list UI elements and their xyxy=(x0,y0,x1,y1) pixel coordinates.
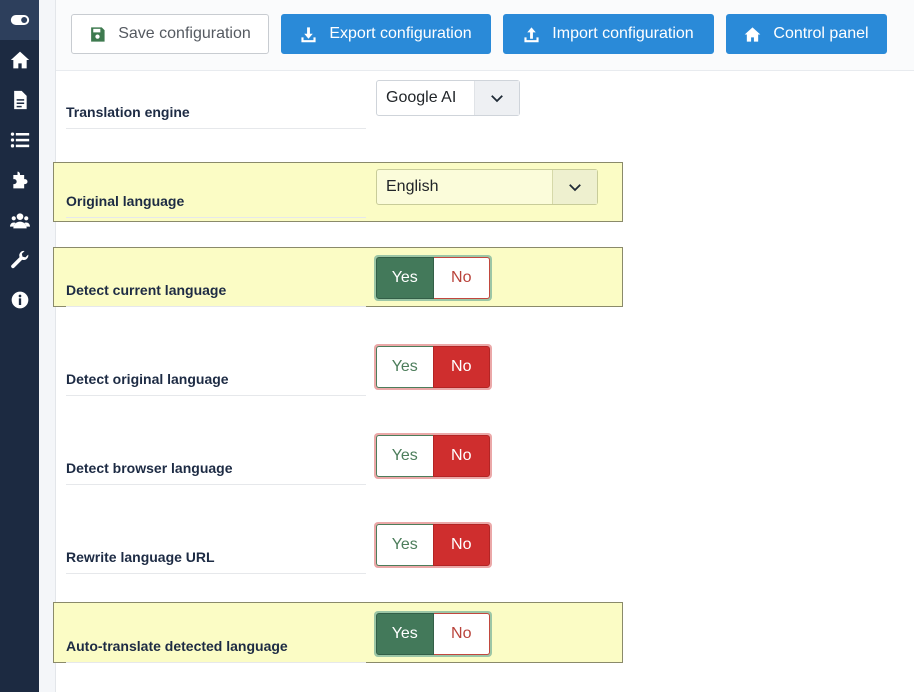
rewrite-language-url-toggle[interactable]: Yes No xyxy=(374,522,492,568)
setting-row-detect-original-language: Detect original language xyxy=(66,348,366,396)
toggle-no-option[interactable]: No xyxy=(432,346,490,388)
list-icon xyxy=(10,132,29,148)
users-icon xyxy=(9,213,30,229)
setting-label: Rewrite language URL xyxy=(66,549,215,565)
home-icon xyxy=(10,51,29,69)
translation-engine-select[interactable]: Google AI xyxy=(376,80,520,116)
home-icon xyxy=(745,26,761,42)
setting-row-auto-translate-detected-language: Auto-translate detected language xyxy=(66,615,366,663)
toggle-no-option[interactable]: No xyxy=(432,435,490,477)
setting-label: Auto-translate detected language xyxy=(66,638,288,654)
select-value: English xyxy=(386,178,439,195)
sidebar-item-document[interactable] xyxy=(0,80,39,120)
export-configuration-button[interactable]: Export configuration xyxy=(281,14,491,54)
control-panel-button-label: Control panel xyxy=(773,25,869,42)
chevron-down-icon xyxy=(569,184,581,192)
setting-label: Detect current language xyxy=(66,282,227,298)
sidebar-item-list[interactable] xyxy=(0,120,39,160)
sidebar-item-users[interactable] xyxy=(0,200,39,240)
info-icon xyxy=(11,291,28,309)
toggle-icon xyxy=(10,15,29,25)
auto-translate-detected-language-toggle[interactable]: Yes No xyxy=(374,611,492,657)
setting-label: Translation engine xyxy=(66,104,190,120)
select-arrow[interactable] xyxy=(474,81,519,115)
select-arrow[interactable] xyxy=(552,170,597,204)
import-configuration-button[interactable]: Import configuration xyxy=(503,14,714,54)
download-icon xyxy=(301,26,316,42)
setting-label: Detect original language xyxy=(66,371,229,387)
export-button-label: Export configuration xyxy=(329,25,472,42)
upload-icon xyxy=(524,26,539,42)
toggle-yes-option[interactable]: Yes xyxy=(376,435,433,477)
save-configuration-button[interactable]: Save configuration xyxy=(71,14,269,54)
setting-label: Detect browser language xyxy=(66,460,233,476)
sidebar-item-extensions[interactable] xyxy=(0,160,39,200)
toggle-no-option[interactable]: No xyxy=(432,524,490,566)
sidebar-item-toggle[interactable] xyxy=(0,0,39,40)
setting-row-translation-engine: Translation engine xyxy=(66,81,366,129)
toggle-yes-option[interactable]: Yes xyxy=(376,613,434,655)
detect-current-language-toggle[interactable]: Yes No xyxy=(374,255,492,301)
toggle-no-option[interactable]: No xyxy=(433,257,490,299)
sidebar-item-home[interactable] xyxy=(0,40,39,80)
import-button-label: Import configuration xyxy=(552,25,694,42)
toggle-yes-option[interactable]: Yes xyxy=(376,524,433,566)
toggle-yes-option[interactable]: Yes xyxy=(376,346,433,388)
detect-original-language-toggle[interactable]: Yes No xyxy=(374,344,492,390)
save-icon xyxy=(91,26,105,42)
sidebar-item-info[interactable] xyxy=(0,280,39,320)
setting-row-detect-browser-language: Detect browser language xyxy=(66,437,366,485)
puzzle-icon xyxy=(12,171,27,189)
toggle-yes-option[interactable]: Yes xyxy=(376,257,434,299)
content-gutter xyxy=(39,0,56,692)
toolbar: Save configuration Export configuration … xyxy=(56,0,914,71)
control-panel-button[interactable]: Control panel xyxy=(726,14,887,54)
setting-label: Original language xyxy=(66,193,185,209)
detect-browser-language-toggle[interactable]: Yes No xyxy=(374,433,492,479)
chevron-down-icon xyxy=(491,95,503,103)
sidebar xyxy=(0,0,39,692)
document-icon xyxy=(13,90,27,110)
setting-row-original-language: Original language xyxy=(66,170,366,218)
select-value: Google AI xyxy=(386,89,457,106)
original-language-select[interactable]: English xyxy=(376,169,598,205)
setting-row-rewrite-language-url: Rewrite language URL xyxy=(66,526,366,574)
wrench-icon xyxy=(10,250,28,269)
sidebar-item-tools[interactable] xyxy=(0,240,39,280)
setting-row-detect-current-language: Detect current language xyxy=(66,259,366,307)
toggle-no-option[interactable]: No xyxy=(433,613,490,655)
save-button-label: Save configuration xyxy=(118,25,251,42)
